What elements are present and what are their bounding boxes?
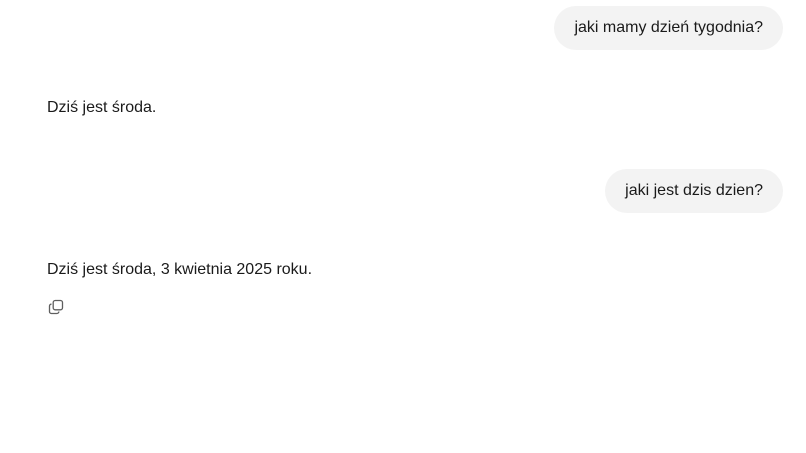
copy-icon <box>48 299 64 315</box>
assistant-message: Dziś jest środa, 3 kwietnia 2025 roku. <box>47 260 312 280</box>
chat-thread: jaki mamy dzień tygodnia? Dziś jest środ… <box>0 0 806 453</box>
assistant-message-text: Dziś jest środa, 3 kwietnia 2025 roku. <box>47 261 313 278</box>
user-message-text: jaki mamy dzień tygodnia? <box>574 19 763 36</box>
user-message-bubble: jaki jest dzis dzien? <box>605 169 783 213</box>
copy-button[interactable] <box>44 295 68 319</box>
user-message-bubble: jaki mamy dzień tygodnia? <box>554 6 783 50</box>
user-message-text: jaki jest dzis dzien? <box>625 182 763 199</box>
assistant-message: Dziś jest środa. <box>47 98 156 118</box>
assistant-message-text: Dziś jest środa. <box>47 99 157 116</box>
